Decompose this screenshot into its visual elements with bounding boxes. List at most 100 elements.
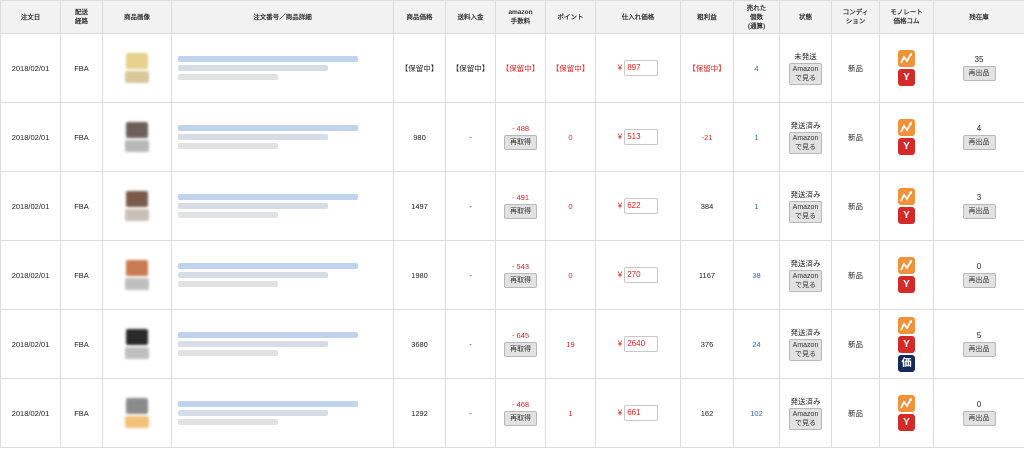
stock-cell: 0 再出品: [933, 378, 1024, 448]
order-detail[interactable]: [171, 378, 394, 448]
purchase-price-input[interactable]: 513: [624, 129, 659, 145]
view-amazon-button[interactable]: Amazon で見る: [788, 408, 823, 430]
yahoo-icon[interactable]: Y: [898, 207, 915, 224]
view-amazon-button[interactable]: Amazon で見る: [788, 132, 823, 154]
points: 1: [545, 378, 596, 448]
monorate-chart-icon[interactable]: [898, 50, 915, 67]
orders-table: 注文日 配送 経路 商品画像 注文番号／商品詳細 商品価格 送料入金 amazo…: [0, 0, 1024, 448]
col-gross-profit: 粗利益: [680, 0, 734, 34]
gross-profit: 384: [680, 171, 734, 241]
purchase-price-input[interactable]: 661: [624, 405, 659, 421]
order-date: 2018/02/01: [0, 171, 61, 241]
shipping-route: FBA: [60, 171, 103, 241]
order-detail[interactable]: [171, 171, 394, 241]
shipping-status: 発送済み: [790, 397, 821, 406]
product-image[interactable]: [126, 398, 148, 414]
points: 0: [545, 102, 596, 172]
refetch-button[interactable]: 再取得: [504, 273, 537, 288]
shipping-fee: -: [445, 240, 496, 310]
table-row: 2018/02/01 FBA 1292 - - 468 再取得 1 ¥661 1…: [0, 378, 1024, 448]
yahoo-icon[interactable]: Y: [898, 69, 915, 86]
purchase-price-input[interactable]: 2640: [624, 336, 659, 352]
relist-button[interactable]: 再出品: [962, 411, 996, 426]
order-detail[interactable]: [171, 33, 394, 103]
order-number-redacted[interactable]: [178, 332, 358, 338]
shipping-status: 発送済み: [790, 121, 821, 130]
view-amazon-button[interactable]: Amazon で見る: [788, 201, 823, 223]
yen-symbol: ¥: [617, 63, 623, 73]
yahoo-icon[interactable]: Y: [898, 276, 915, 293]
product-title-redacted: [178, 203, 328, 209]
amazon-fee: 【保留中】: [501, 63, 540, 73]
order-detail[interactable]: [171, 240, 394, 310]
view-amazon-button[interactable]: Amazon で見る: [788, 270, 823, 292]
sold-count-link[interactable]: 38: [733, 240, 780, 310]
gross-profit: 1167: [680, 240, 734, 310]
monorate-chart-icon[interactable]: [898, 257, 915, 274]
order-detail[interactable]: [171, 309, 394, 379]
purchase-price-input[interactable]: 270: [624, 267, 659, 283]
product-title-redacted: [178, 65, 328, 71]
yen-symbol: ¥: [617, 132, 623, 142]
sold-count-link[interactable]: 102: [733, 378, 780, 448]
product-image-secondary: [125, 347, 149, 359]
gross-profit: -21: [680, 102, 734, 172]
sold-count-link[interactable]: 1: [733, 102, 780, 172]
stock-cell: 4 再出品: [933, 102, 1024, 172]
refetch-button[interactable]: 再取得: [504, 342, 537, 357]
order-number-redacted[interactable]: [178, 56, 358, 62]
status-cell: 未発送 Amazon で見る: [779, 33, 832, 103]
view-amazon-button[interactable]: Amazon で見る: [788, 63, 823, 85]
relist-button[interactable]: 再出品: [962, 342, 996, 357]
product-price: 【保留中】: [393, 33, 446, 103]
refetch-button[interactable]: 再取得: [504, 135, 537, 150]
refetch-button[interactable]: 再取得: [504, 411, 537, 426]
view-amazon-button[interactable]: Amazon で見る: [788, 339, 823, 361]
sold-count-link[interactable]: 4: [733, 33, 780, 103]
sold-count-link[interactable]: 24: [733, 309, 780, 379]
amazon-fee: - 645: [511, 331, 530, 340]
refetch-button[interactable]: 再取得: [504, 204, 537, 219]
relist-button[interactable]: 再出品: [962, 273, 996, 288]
stock-cell: 3 再出品: [933, 171, 1024, 241]
product-image[interactable]: [126, 329, 148, 345]
monorate-chart-icon[interactable]: [898, 119, 915, 136]
kakaku-price-icon[interactable]: 価: [898, 354, 915, 372]
points: 0: [545, 240, 596, 310]
yahoo-icon[interactable]: Y: [898, 414, 915, 431]
price-links-cell: Y: [879, 240, 934, 310]
order-number-redacted[interactable]: [178, 125, 358, 131]
monorate-chart-icon[interactable]: [898, 188, 915, 205]
order-detail[interactable]: [171, 102, 394, 172]
table-row: 2018/02/01 FBA 【保留中】 【保留中】 【保留中】 【保留中】 ¥…: [0, 33, 1024, 103]
yahoo-icon[interactable]: Y: [898, 138, 915, 155]
product-image-cell: [102, 33, 172, 103]
product-image[interactable]: [126, 122, 148, 138]
condition: 新品: [831, 378, 880, 448]
order-number-redacted[interactable]: [178, 263, 358, 269]
product-image[interactable]: [126, 191, 148, 207]
product-meta-redacted: [178, 212, 278, 218]
order-number-redacted[interactable]: [178, 401, 358, 407]
sold-count-link[interactable]: 1: [733, 171, 780, 241]
points: 【保留中】: [545, 33, 596, 103]
purchase-price-input[interactable]: 622: [624, 198, 659, 214]
price-links-cell: Y 価: [879, 309, 934, 379]
relist-button[interactable]: 再出品: [962, 66, 996, 81]
amazon-fee: - 543: [511, 262, 530, 271]
relist-button[interactable]: 再出品: [962, 135, 996, 150]
product-image-secondary: [125, 416, 149, 428]
product-image-cell: [102, 309, 172, 379]
price-links-cell: Y: [879, 171, 934, 241]
product-image[interactable]: [126, 260, 148, 276]
amazon-fee-cell: - 468 再取得: [495, 378, 546, 448]
table-row: 2018/02/01 FBA 1497 - - 491 再取得 0 ¥622 3…: [0, 171, 1024, 241]
purchase-price-input[interactable]: 897: [624, 60, 659, 76]
product-image[interactable]: [126, 53, 148, 69]
yahoo-icon[interactable]: Y: [898, 335, 915, 353]
order-number-redacted[interactable]: [178, 194, 358, 200]
monorate-chart-icon[interactable]: [898, 395, 915, 412]
product-meta-redacted: [178, 419, 278, 425]
relist-button[interactable]: 再出品: [962, 204, 996, 219]
monorate-chart-icon[interactable]: [898, 316, 915, 334]
